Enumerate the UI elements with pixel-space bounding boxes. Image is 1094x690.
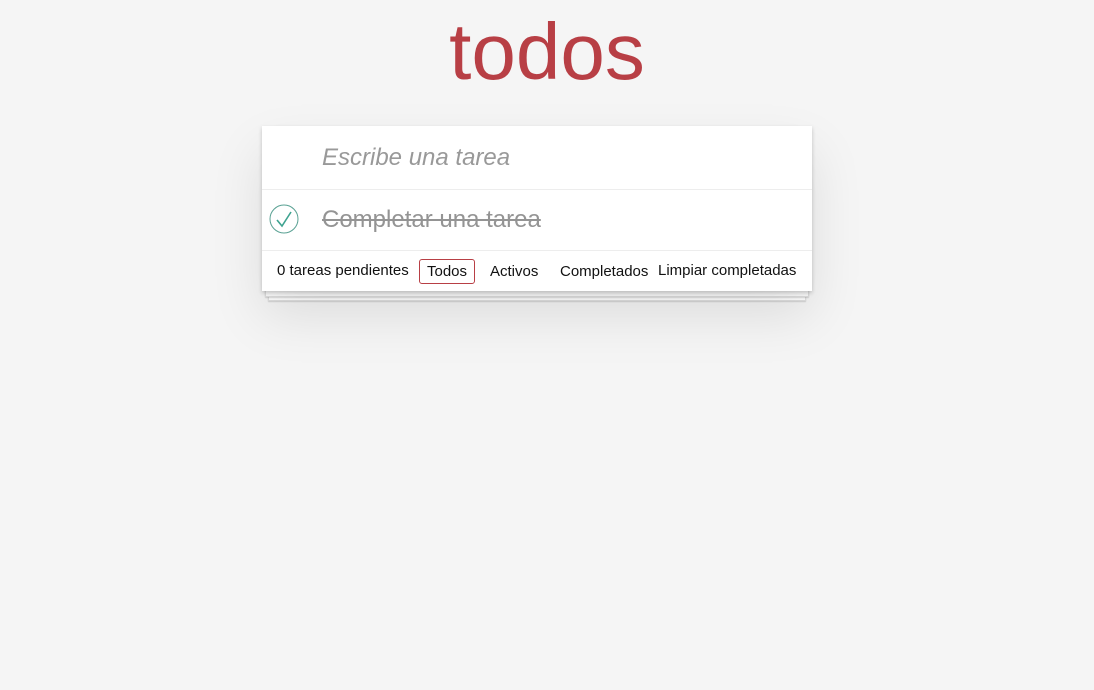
footer: 0 tareas pendientes Todos Activos Comple…: [262, 251, 812, 291]
new-todo-row: [262, 126, 812, 190]
todo-label[interactable]: Completar una tarea: [322, 190, 541, 250]
page-title: todos: [449, 7, 645, 96]
clear-completed-button[interactable]: Limpiar completadas: [658, 251, 796, 291]
filter-completed[interactable]: Completados: [552, 259, 656, 282]
todo-item: Completar una tarea: [262, 190, 812, 251]
todo-count: 0 tareas pendientes: [277, 262, 409, 279]
todo-app: Completar una tarea 0 tareas pendientes …: [262, 126, 812, 291]
filter-active[interactable]: Activos: [482, 259, 546, 282]
filter-all[interactable]: Todos: [419, 259, 476, 284]
new-todo-input[interactable]: [322, 126, 792, 189]
check-circle-icon[interactable]: [269, 204, 299, 234]
